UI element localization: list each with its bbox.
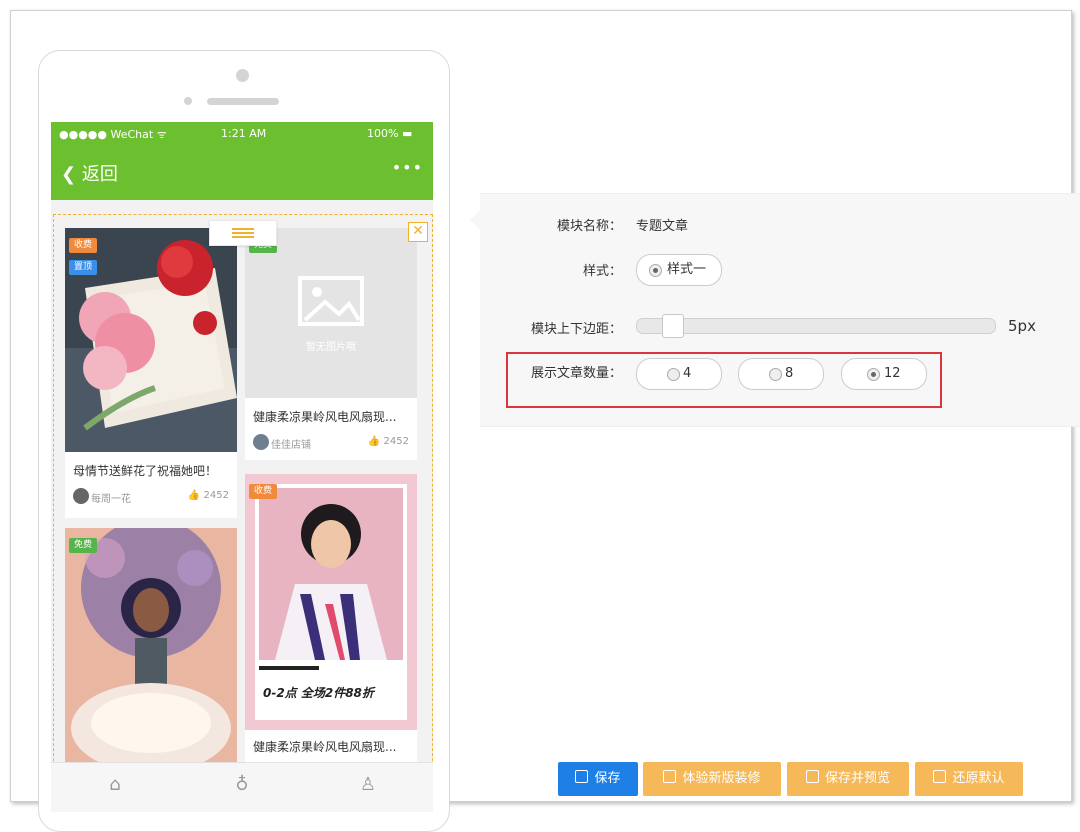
- article-card[interactable]: 暂无图片哦 免费 健康柔凉果岭风电风扇现... 佳佳店铺 👍 2452: [245, 228, 417, 460]
- home-icon[interactable]: ⌂: [103, 773, 127, 797]
- check-square-icon: [575, 770, 589, 783]
- margin-value: 5px: [1008, 317, 1036, 335]
- drag-handle[interactable]: [209, 220, 277, 246]
- author-name: 佳佳店铺: [271, 440, 311, 451]
- phone-speaker: [207, 98, 279, 105]
- restore-default-button[interactable]: 还原默认: [915, 762, 1023, 796]
- badge-paid: 收费: [69, 238, 98, 253]
- tab-bar: ⌂ ♁ ♙: [51, 762, 433, 812]
- back-label: 返回: [81, 164, 118, 185]
- article-count-label: 展示文章数量：: [530, 366, 622, 381]
- like-count: 👍 2452: [367, 436, 409, 447]
- badge-paid: 收费: [249, 484, 278, 499]
- radio-selected-icon: [649, 264, 662, 277]
- status-time: 1:21 AM: [221, 127, 267, 140]
- save-button[interactable]: 保存: [558, 762, 638, 796]
- carrier-text: ●●●●● WeChat ᯤ: [59, 128, 167, 141]
- external-link-icon: [933, 770, 947, 783]
- style-option-radio[interactable]: 样式一: [636, 254, 722, 286]
- radio-icon: [667, 368, 680, 381]
- check-square-icon: [663, 770, 677, 783]
- close-icon[interactable]: ✕: [408, 222, 428, 242]
- battery-text: 100% ▬: [367, 127, 413, 140]
- fashion-poster-image: 0-2点 全场2件88折: [245, 474, 417, 730]
- phone-screen: ●●●●● WeChat ᯤ 1:21 AM 100% ▬ ❮ 返回 ••• 收…: [51, 122, 433, 812]
- author-name: 每周一花: [91, 494, 131, 505]
- module-name-value: 专题文章: [636, 219, 689, 234]
- count-option-4[interactable]: 4: [636, 358, 722, 390]
- nav-bar: ❮ 返回 •••: [51, 144, 433, 200]
- style-label: 样式：: [582, 264, 622, 279]
- count-option-8[interactable]: 8: [738, 358, 824, 390]
- avatar: [253, 434, 269, 450]
- badge-free: 免费: [69, 538, 98, 553]
- article-title: 健康柔凉果岭风电风扇现...: [253, 740, 397, 754]
- more-menu-button[interactable]: •••: [392, 158, 423, 177]
- try-new-decoration-button[interactable]: 体验新版装修: [643, 762, 781, 796]
- image-placeholder-icon: [298, 276, 364, 326]
- article-title: 健康柔凉果岭风电风扇现...: [253, 410, 397, 424]
- phone-camera: [236, 69, 249, 82]
- thumbs-up-icon: 👍: [187, 490, 201, 501]
- placeholder-image: 暂无图片哦: [245, 228, 417, 398]
- article-card[interactable]: 0-2点 全场2件88折 收费 健康柔凉果岭风电风扇现...: [245, 474, 417, 764]
- thumbs-up-icon: 👍: [367, 436, 381, 447]
- count-option-12[interactable]: 12: [841, 358, 927, 390]
- badge-pinned: 置顶: [69, 260, 98, 275]
- module-name-label: 模块名称：: [556, 219, 622, 234]
- avatar: [73, 488, 89, 504]
- margin-slider-track[interactable]: [636, 318, 996, 334]
- margin-slider-thumb[interactable]: [662, 314, 684, 338]
- apple-icon[interactable]: ♁: [230, 773, 254, 797]
- phone-sensor: [184, 97, 192, 105]
- user-icon[interactable]: ♙: [356, 773, 380, 797]
- illustration-image: [65, 518, 237, 773]
- article-card[interactable]: 免费: [65, 518, 237, 773]
- placeholder-text: 暂无图片哦: [306, 342, 356, 353]
- chevron-left-icon: ❮: [61, 164, 77, 185]
- article-title: 母情节送鲜花了祝福她吧！: [73, 464, 218, 478]
- save-and-preview-button[interactable]: 保存并预览: [787, 762, 909, 796]
- like-count: 👍 2452: [187, 490, 229, 501]
- back-button[interactable]: ❮ 返回: [61, 160, 118, 186]
- external-link-icon: [805, 770, 819, 783]
- margin-label: 模块上下边距：: [530, 322, 622, 337]
- poster-promo-text: 0-2点 全场2件88折: [263, 686, 374, 700]
- radio-selected-icon: [867, 368, 880, 381]
- article-card[interactable]: 收费 置顶 母情节送鲜花了祝福她吧！ 每周一花 👍 2452: [65, 228, 237, 518]
- status-bar: ●●●●● WeChat ᯤ 1:21 AM 100% ▬: [51, 122, 433, 144]
- radio-icon: [769, 368, 782, 381]
